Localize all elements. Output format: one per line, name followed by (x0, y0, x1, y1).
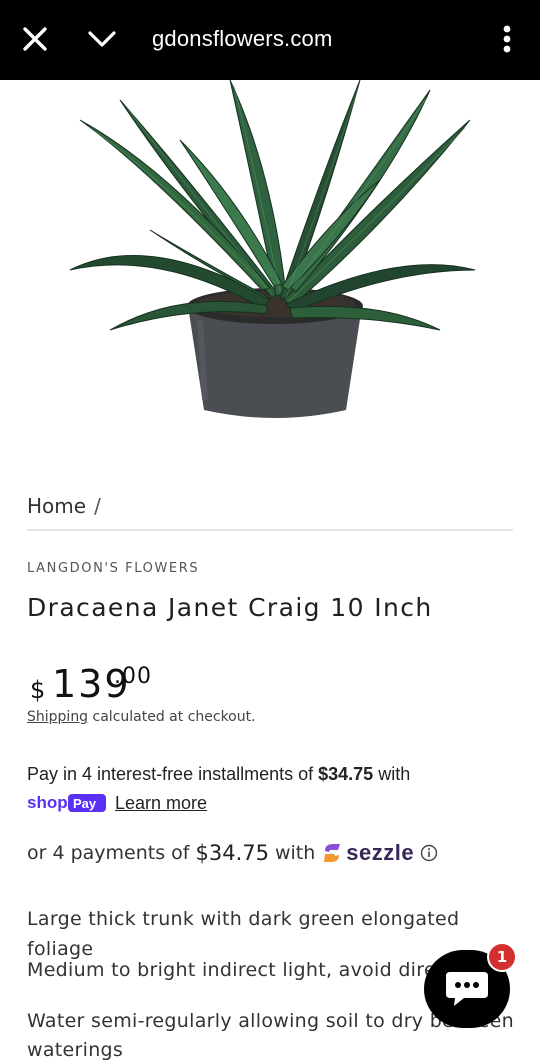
shop-pay-amount: $34.75 (318, 764, 374, 784)
price-cents: .00 (114, 664, 152, 689)
product-title: Dracaena Janet Craig 10 Inch (27, 593, 433, 622)
shipping-text: calculated at checkout. (92, 709, 256, 725)
sezzle-text-before: or 4 payments of (27, 842, 190, 864)
sezzle-amount: $34.75 (195, 841, 269, 865)
product-image[interactable] (0, 80, 540, 452)
shop-pay-text-after: with (373, 764, 411, 784)
price-currency: $ (30, 676, 46, 704)
shop-pay-installments: Pay in 4 interest-free installments of $… (27, 760, 527, 817)
breadcrumb-separator: / (94, 494, 101, 518)
sezzle-mark-icon (324, 844, 341, 862)
divider (27, 529, 513, 531)
info-icon[interactable] (420, 844, 438, 862)
more-options-icon[interactable] (494, 20, 520, 58)
learn-more-link[interactable]: Learn more (115, 789, 207, 817)
browser-toolbar: gdonsflowers.com (0, 0, 540, 80)
shipping-note: Shipping calculated at checkout. (27, 709, 256, 725)
shop-pay-text-before: Pay in 4 interest-free installments of (27, 764, 319, 784)
svg-text:shop: shop (27, 793, 68, 812)
url-text[interactable]: gdonsflowers.com (152, 26, 333, 52)
svg-text:Pay: Pay (73, 796, 97, 811)
chevron-down-icon[interactable] (84, 24, 120, 54)
sezzle-brand: sezzle (346, 840, 415, 865)
breadcrumb: Home / (27, 494, 101, 518)
sezzle-installments: or 4 payments of $34.75 with sezzle (27, 840, 438, 866)
chat-bubble-icon (446, 972, 488, 1006)
sezzle-logo[interactable]: sezzle (321, 840, 414, 866)
chat-notification-badge: 1 (487, 942, 517, 972)
shipping-link[interactable]: Shipping (27, 709, 88, 725)
shop-pay-text: Pay in 4 interest-free installments of $… (27, 760, 527, 788)
vendor-name[interactable]: LANGDON'S FLOWERS (27, 561, 199, 576)
description-line: waterings (27, 1039, 124, 1061)
close-icon[interactable] (18, 22, 52, 56)
breadcrumb-home-link[interactable]: Home (27, 494, 86, 518)
sezzle-text-after: with (274, 842, 316, 864)
shop-pay-logo-icon: shop Pay (27, 793, 106, 812)
